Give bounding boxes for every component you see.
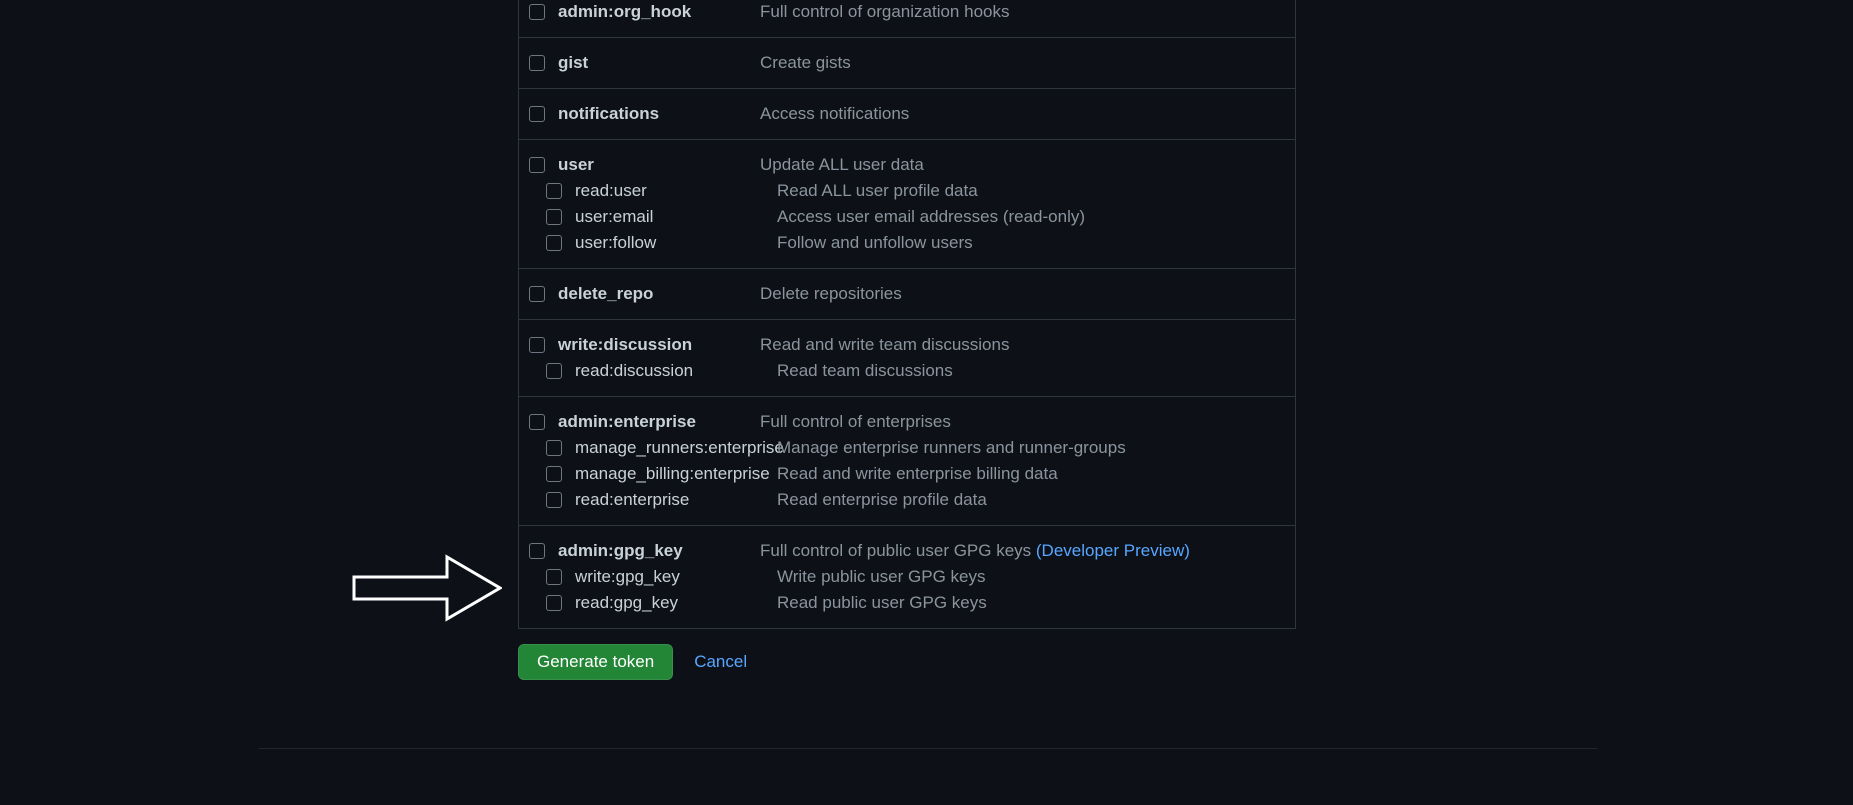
scope-row: manage_billing:enterpriseRead and write … (529, 461, 1285, 487)
pointer-arrow-icon (352, 552, 502, 624)
scope-description: Read and write enterprise billing data (777, 464, 1058, 484)
scope-checkbox[interactable] (529, 414, 545, 430)
scope-description: Read enterprise profile data (777, 490, 987, 510)
scope-row: manage_runners:enterpriseManage enterpri… (529, 435, 1285, 461)
scope-group: notificationsAccess notifications (518, 89, 1296, 140)
scope-label: manage_runners:enterprise (575, 438, 777, 458)
scope-checkbox[interactable] (546, 235, 562, 251)
scope-checkbox[interactable] (546, 209, 562, 225)
scope-description: Access notifications (760, 104, 909, 124)
scope-description: Read team discussions (777, 361, 953, 381)
scope-label: admin:gpg_key (558, 541, 760, 561)
scope-description: Follow and unfollow users (777, 233, 973, 253)
scope-description: Create gists (760, 53, 851, 73)
scope-label: notifications (558, 104, 760, 124)
scope-checkbox[interactable] (529, 106, 545, 122)
scope-row: userUpdate ALL user data (529, 152, 1285, 178)
scope-checkbox[interactable] (529, 337, 545, 353)
scope-description: Manage enterprise runners and runner-gro… (777, 438, 1126, 458)
scope-label: user:follow (575, 233, 777, 253)
scope-description: Read ALL user profile data (777, 181, 978, 201)
scope-description: Access user email addresses (read-only) (777, 207, 1085, 227)
scope-row: admin:org_hookFull control of organizati… (529, 0, 1285, 25)
scope-row: admin:enterpriseFull control of enterpri… (529, 409, 1285, 435)
scope-label: manage_billing:enterprise (575, 464, 777, 484)
scope-checkbox[interactable] (529, 55, 545, 71)
scope-checkbox[interactable] (546, 595, 562, 611)
scope-row: read:discussionRead team discussions (529, 358, 1285, 384)
scope-checkbox[interactable] (546, 440, 562, 456)
scope-label: read:user (575, 181, 777, 201)
scope-description: Full control of public user GPG keys (De… (760, 541, 1190, 561)
scopes-container: admin:org_hookFull control of organizati… (518, 0, 1296, 629)
scope-row: read:gpg_keyRead public user GPG keys (529, 590, 1285, 616)
form-actions: Generate token Cancel (518, 644, 1296, 680)
scope-row: read:userRead ALL user profile data (529, 178, 1285, 204)
scope-group: admin:org_hookFull control of organizati… (518, 0, 1296, 38)
scope-label: gist (558, 53, 760, 73)
scope-label: user (558, 155, 760, 175)
scope-row: read:enterpriseRead enterprise profile d… (529, 487, 1285, 513)
scope-label: read:gpg_key (575, 593, 777, 613)
scope-group: gistCreate gists (518, 38, 1296, 89)
scope-row: user:emailAccess user email addresses (r… (529, 204, 1285, 230)
scope-group: userUpdate ALL user dataread:userRead AL… (518, 140, 1296, 269)
scope-label: write:discussion (558, 335, 760, 355)
scope-row: delete_repoDelete repositories (529, 281, 1285, 307)
scope-row: gistCreate gists (529, 50, 1285, 76)
cancel-button[interactable]: Cancel (694, 652, 747, 672)
scope-description: Write public user GPG keys (777, 567, 985, 587)
generate-token-button[interactable]: Generate token (518, 644, 673, 680)
scope-description: Read public user GPG keys (777, 593, 987, 613)
scope-description: Delete repositories (760, 284, 902, 304)
scope-row: write:gpg_keyWrite public user GPG keys (529, 564, 1285, 590)
scope-label: admin:enterprise (558, 412, 760, 432)
scope-description: Update ALL user data (760, 155, 924, 175)
scope-description: Full control of enterprises (760, 412, 951, 432)
scope-label: user:email (575, 207, 777, 227)
scope-row: user:followFollow and unfollow users (529, 230, 1285, 256)
scope-checkbox[interactable] (546, 492, 562, 508)
scope-label: read:discussion (575, 361, 777, 381)
scope-label: write:gpg_key (575, 567, 777, 587)
scope-checkbox[interactable] (546, 363, 562, 379)
scope-description: Read and write team discussions (760, 335, 1009, 355)
scope-description: Full control of organization hooks (760, 2, 1009, 22)
scope-row: admin:gpg_keyFull control of public user… (529, 538, 1285, 564)
footer-divider (258, 748, 1598, 749)
scope-checkbox[interactable] (529, 543, 545, 559)
scope-label: delete_repo (558, 284, 760, 304)
scope-row: notificationsAccess notifications (529, 101, 1285, 127)
scope-checkbox[interactable] (546, 569, 562, 585)
developer-preview-link[interactable]: (Developer Preview) (1036, 541, 1190, 560)
scope-checkbox[interactable] (529, 4, 545, 20)
scope-checkbox[interactable] (529, 286, 545, 302)
scope-checkbox[interactable] (546, 183, 562, 199)
scope-label: admin:org_hook (558, 2, 760, 22)
scope-checkbox[interactable] (546, 466, 562, 482)
scope-group: admin:enterpriseFull control of enterpri… (518, 397, 1296, 526)
scope-group: admin:gpg_keyFull control of public user… (518, 526, 1296, 629)
scope-group: delete_repoDelete repositories (518, 269, 1296, 320)
scope-row: write:discussionRead and write team disc… (529, 332, 1285, 358)
scope-checkbox[interactable] (529, 157, 545, 173)
scope-label: read:enterprise (575, 490, 777, 510)
scope-group: write:discussionRead and write team disc… (518, 320, 1296, 397)
